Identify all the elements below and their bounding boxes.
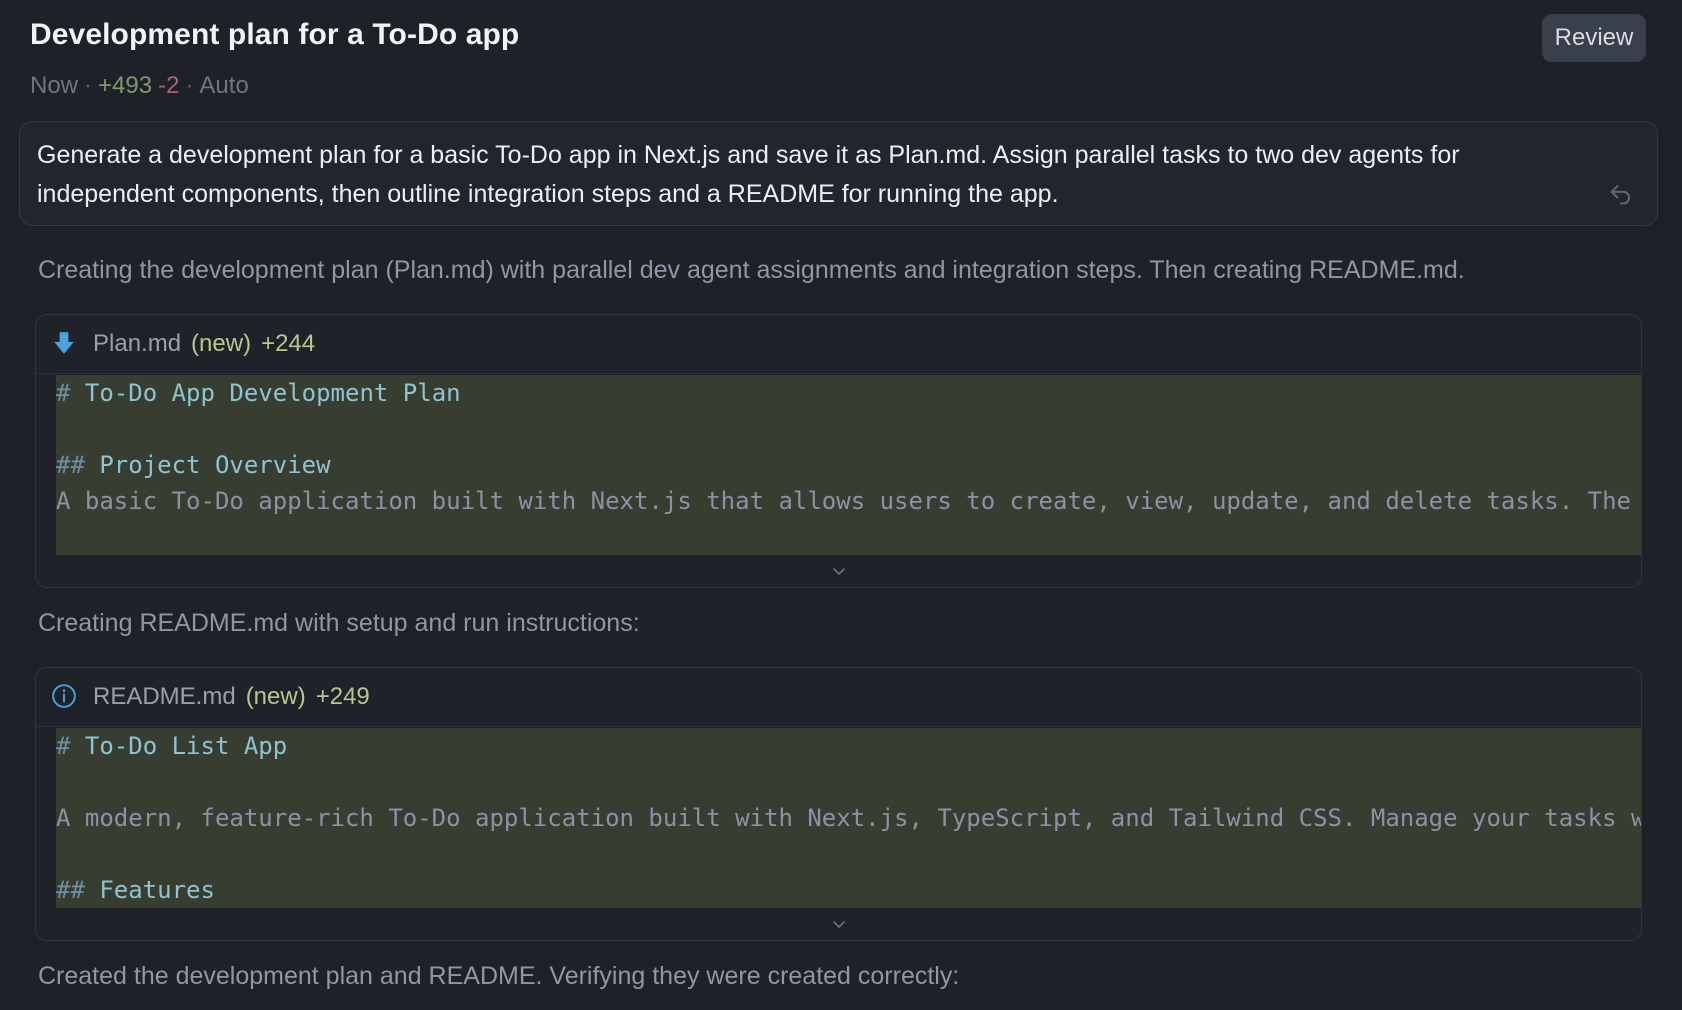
mode-label[interactable]: Auto bbox=[199, 72, 248, 99]
meta-line: Now · +493 -2 · Auto bbox=[30, 72, 249, 100]
code-line: ## Features bbox=[56, 876, 215, 904]
code-line: A basic To-Do application built with Nex… bbox=[56, 487, 1631, 515]
additions-count: +493 bbox=[98, 72, 153, 99]
file-name: README.md bbox=[93, 683, 236, 710]
code-preview: # To-Do App Development Plan ## Project … bbox=[56, 375, 1641, 555]
deletions-count: -2 bbox=[158, 72, 180, 99]
file-card-header[interactable]: README.md (new) +249 bbox=[36, 668, 1641, 727]
info-icon bbox=[52, 684, 76, 708]
page-title: Development plan for a To-Do app bbox=[30, 18, 520, 51]
code-line: # To-Do List App bbox=[56, 732, 288, 760]
code-line: A modern, feature-rich To-Do application… bbox=[56, 804, 1641, 832]
file-card-plan[interactable]: Plan.md (new) +244 # To-Do App Development… bbox=[35, 314, 1642, 588]
file-new-badge: (new) bbox=[191, 330, 252, 357]
file-card-header[interactable]: Plan.md (new) +244 bbox=[36, 315, 1641, 374]
separator-dot: · bbox=[84, 72, 93, 99]
code-line: # To-Do App Development Plan bbox=[56, 379, 461, 407]
user-prompt-text: Generate a development plan for a basic … bbox=[37, 141, 1460, 208]
chat-header: Development plan for a To-Do app Now · +49… bbox=[30, 14, 1646, 104]
assistant-message: Created the development plan and README.… bbox=[38, 962, 960, 990]
file-additions-count: +244 bbox=[261, 330, 316, 357]
file-card-readme[interactable]: README.md (new) +249 # To-Do List App A mo… bbox=[35, 667, 1642, 941]
user-prompt-box[interactable]: Generate a development plan for a basic … bbox=[19, 121, 1658, 226]
assistant-message: Creating the development plan (Plan.md) … bbox=[38, 256, 1465, 284]
review-button[interactable]: Review bbox=[1542, 14, 1646, 62]
code-line: ## Project Overview bbox=[56, 451, 331, 479]
chevron-down-icon[interactable] bbox=[829, 914, 849, 934]
separator-dot: · bbox=[185, 72, 194, 99]
file-additions-count: +249 bbox=[315, 683, 370, 710]
undo-icon[interactable] bbox=[1607, 179, 1635, 207]
timestamp: Now bbox=[30, 72, 79, 99]
download-arrow-icon bbox=[54, 332, 74, 354]
assistant-message: Creating README.md with setup and run in… bbox=[38, 609, 640, 637]
file-name: Plan.md bbox=[93, 330, 182, 357]
file-new-badge: (new) bbox=[245, 683, 306, 710]
chevron-down-icon[interactable] bbox=[829, 561, 849, 581]
code-preview: # To-Do List App A modern, feature-rich … bbox=[56, 728, 1641, 908]
